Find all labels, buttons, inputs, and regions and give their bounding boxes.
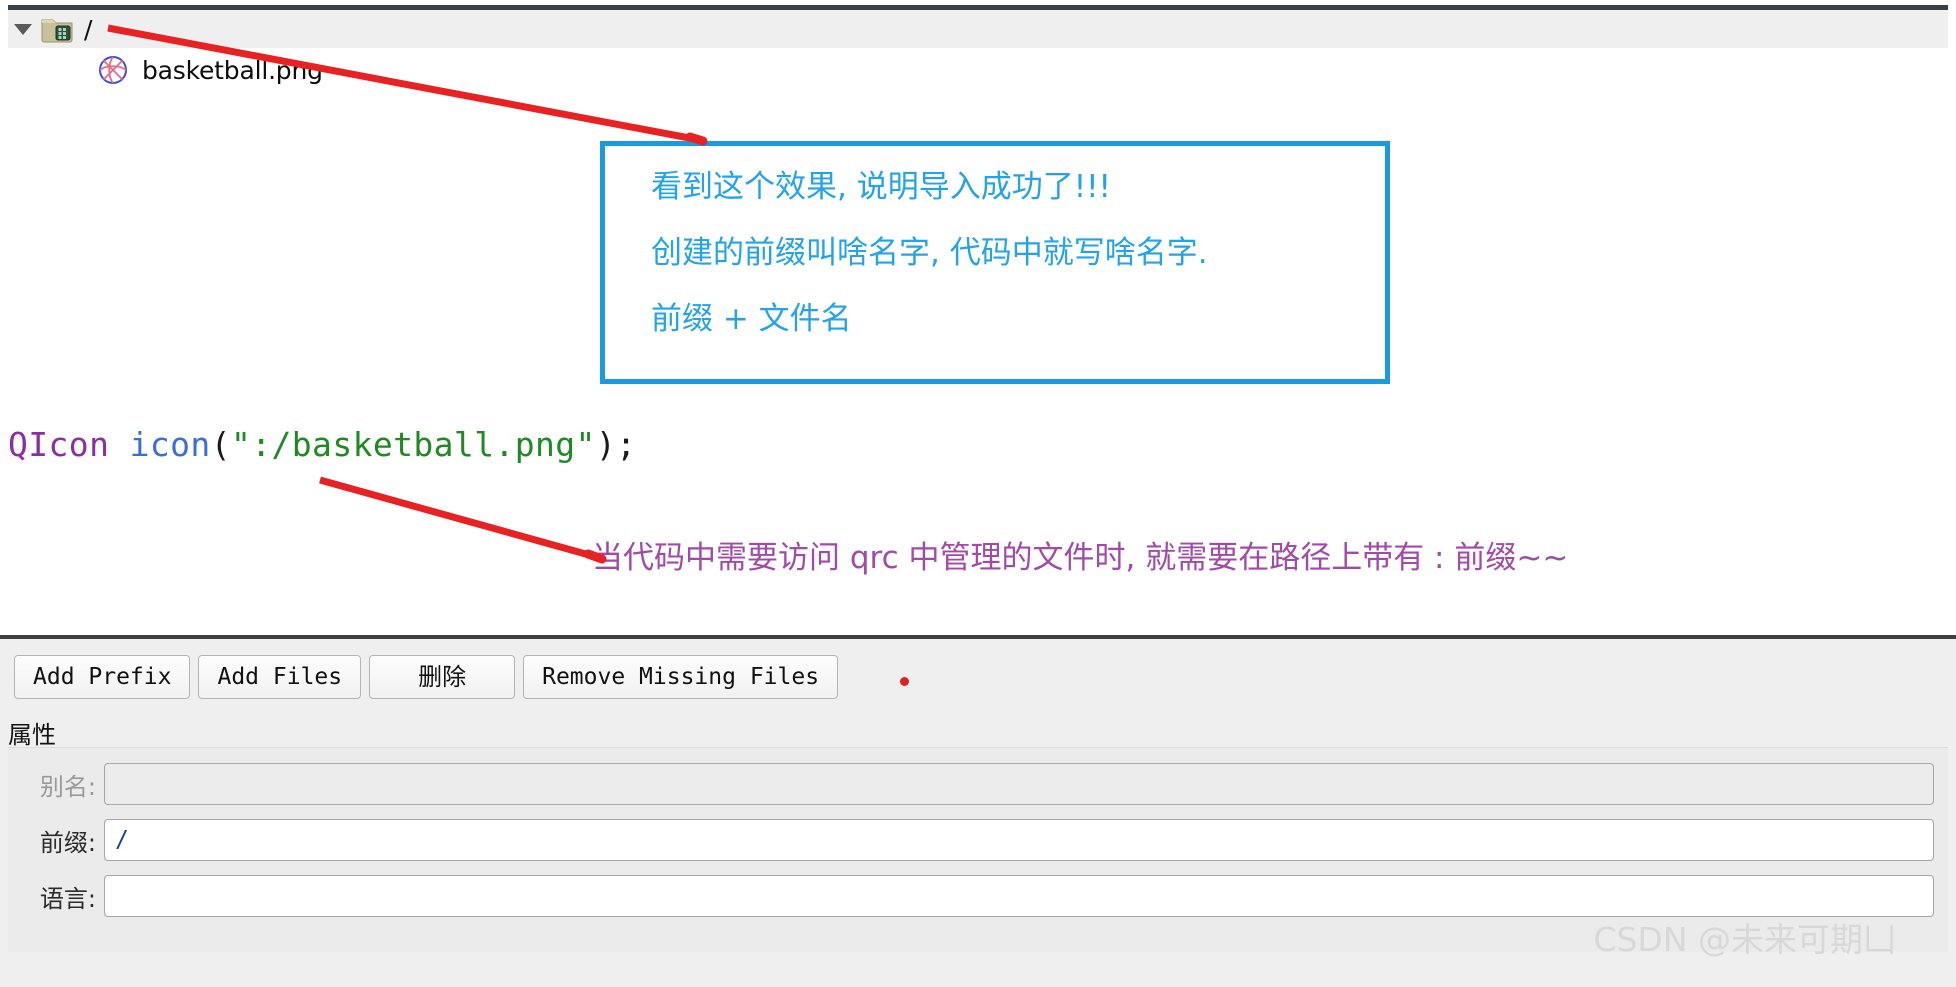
language-input[interactable] (104, 875, 1934, 917)
red-marker-dot (900, 677, 909, 686)
blue-callout-box: 看到这个效果, 说明导入成功了!!! 创建的前缀叫啥名字, 代码中就写啥名字. … (600, 141, 1390, 384)
qrc-editor-bottom-panel: Add Prefix Add Files 删除 Remove Missing F… (0, 635, 1956, 987)
callout-line-1: 看到这个效果, 说明导入成功了!!! (651, 169, 1111, 205)
tree-row-file[interactable]: basketball.png (98, 52, 323, 88)
callout-line-2: 创建的前缀叫啥名字, 代码中就写啥名字. (651, 235, 1208, 271)
property-row-alias: 别名: (8, 763, 1948, 805)
delete-button[interactable]: 删除 (369, 655, 516, 699)
alias-label: 别名: (39, 772, 96, 801)
annotation-text: 当代码中需要访问 qrc 中管理的文件时, 就需要在路径上带有 : 前缀~~ (592, 540, 1569, 576)
code-token-variable: icon (129, 425, 211, 464)
alias-input[interactable] (104, 763, 1934, 805)
qrc-editor-screen: / basketball.png 看到这个效果, 说明导入成功了!!! 创建的前… (0, 0, 1956, 987)
csdn-watermark: CSDN @未来可期凵 (1593, 920, 1896, 959)
code-token-type: QIcon (8, 425, 110, 464)
callout-line-3: 前缀 + 文件名 (651, 301, 852, 337)
add-prefix-button[interactable]: Add Prefix (14, 655, 191, 699)
remove-missing-files-button[interactable]: Remove Missing Files (523, 655, 839, 699)
prefix-input[interactable] (104, 819, 1934, 861)
code-snippet: QIcon icon(":/basketball.png"); (8, 425, 636, 464)
language-label: 语言: (39, 884, 96, 913)
property-row-language: 语言: (8, 875, 1948, 917)
add-files-button[interactable]: Add Files (198, 655, 362, 699)
tree-row-prefix[interactable]: / (8, 10, 1948, 48)
code-token-open-paren: ( (210, 425, 231, 464)
prefix-label: 前缀: (39, 828, 96, 857)
code-token-close-paren: ) (595, 425, 617, 464)
chevron-down-icon[interactable] (8, 10, 38, 48)
code-token-semicolon: ; (616, 425, 637, 464)
tree-prefix-label: / (84, 14, 93, 44)
code-token-string: ":/basketball.png" (230, 425, 596, 464)
toolbar: Add Prefix Add Files 删除 Remove Missing F… (14, 655, 839, 699)
properties-title: 属性 (8, 721, 56, 749)
tree-file-label: basketball.png (142, 55, 323, 85)
property-row-prefix: 前缀: (8, 819, 1948, 861)
qrc-folder-icon (40, 14, 74, 44)
basketball-image-icon (98, 55, 128, 85)
